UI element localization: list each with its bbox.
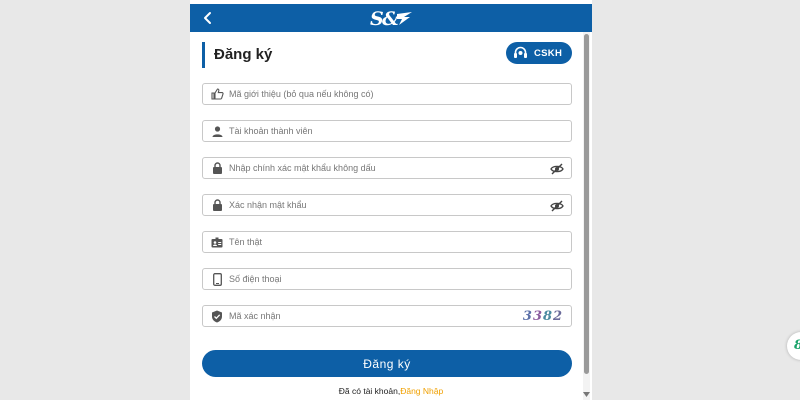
captcha-image[interactable]: 3 3 8 2: [521, 307, 565, 326]
chevron-left-icon: [204, 12, 211, 24]
eye-off-icon[interactable]: [550, 199, 564, 213]
confirm-password-field[interactable]: Xác nhận mật khẩu: [202, 194, 572, 216]
captcha-digit: 8: [543, 309, 554, 324]
password-field[interactable]: Nhập chính xác mật khẩu không dấu: [202, 157, 572, 179]
brand-logo: S &: [368, 6, 418, 30]
phone-number-field[interactable]: Số điện thoại: [202, 268, 572, 290]
verification-code-placeholder: Mã xác nhận: [229, 311, 281, 321]
username-placeholder: Tài khoản thành viên: [229, 126, 313, 136]
title-accent-bar: [202, 42, 205, 68]
referral-code-field[interactable]: Mã giới thiệu (bỏ qua nếu không có): [202, 83, 572, 105]
login-prompt-text: Đã có tài khoản,: [338, 386, 401, 396]
referral-code-placeholder: Mã giới thiệu (bỏ qua nếu không có): [229, 89, 374, 99]
verification-code-field[interactable]: Mã xác nhận 3 3 8 2: [202, 305, 572, 327]
id-card-icon: [209, 234, 225, 250]
thumbs-up-icon: [209, 86, 225, 102]
phone-icon: [209, 271, 225, 287]
top-bar: S &: [190, 4, 592, 32]
lock-icon: [209, 197, 225, 213]
svg-text:&: &: [382, 8, 399, 30]
real-name-field[interactable]: Tên thật: [202, 231, 572, 253]
eye-off-icon[interactable]: [550, 162, 564, 176]
customer-support-label: CSKH: [534, 47, 563, 59]
confirm-password-placeholder: Xác nhận mật khẩu: [229, 200, 307, 210]
login-prompt: Đã có tài khoản,Đăng Nhập: [190, 386, 592, 396]
headset-icon: [514, 46, 527, 58]
captcha-digit: 2: [553, 309, 564, 324]
lock-icon: [209, 160, 225, 176]
back-button[interactable]: [196, 6, 220, 30]
phone-number-placeholder: Số điện thoại: [229, 274, 282, 284]
register-button[interactable]: Đăng ký: [202, 350, 572, 377]
captcha-digit: 3: [522, 309, 533, 324]
scrollbar-thumb[interactable]: [584, 34, 589, 374]
floating-app-button[interactable]: 8: [787, 332, 800, 360]
form-header: Đăng ký CSKH: [202, 42, 572, 68]
scrollbar[interactable]: [583, 32, 590, 400]
real-name-placeholder: Tên thật: [229, 237, 263, 247]
username-field[interactable]: Tài khoản thành viên: [202, 120, 572, 142]
floating-app-icon: 8: [794, 338, 800, 353]
password-placeholder: Nhập chính xác mật khẩu không dấu: [229, 163, 376, 173]
page-title: Đăng ký: [214, 46, 273, 63]
user-icon: [209, 123, 225, 139]
shield-check-icon: [209, 308, 225, 324]
captcha-digit: 3: [532, 309, 543, 324]
customer-support-button[interactable]: CSKH: [506, 42, 572, 64]
mobile-frame: S & Đăng ký CSKH Mã giới thiệu (bỏ qua n…: [190, 0, 592, 400]
login-link[interactable]: Đăng Nhập: [400, 386, 443, 396]
